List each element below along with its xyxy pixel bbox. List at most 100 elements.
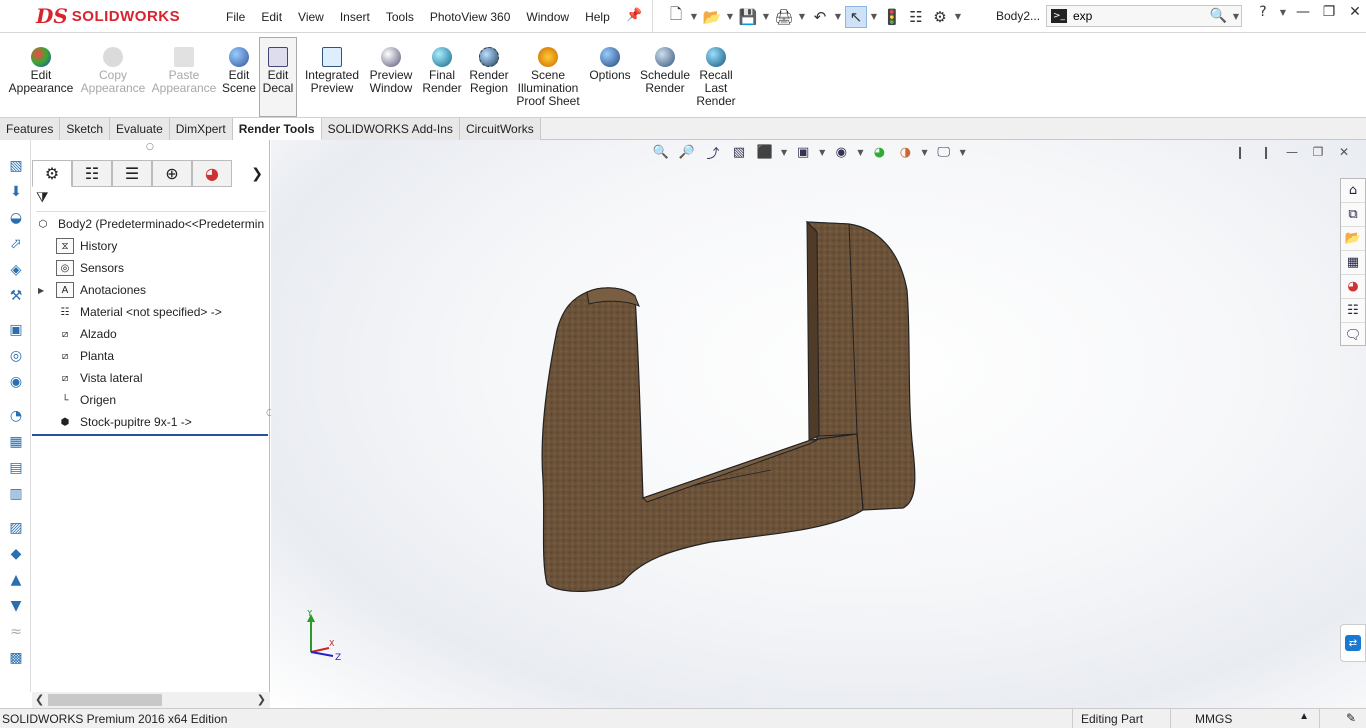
cut-revolve-icon[interactable]: ◎ [6,346,26,366]
model-3d-view[interactable] [271,140,1366,708]
display-style-icon[interactable]: ▣ [793,142,813,162]
search-icon[interactable]: 🔍 [1210,8,1227,24]
view-orientation-icon[interactable]: ⬛ [755,142,775,162]
tab-solidworks-add-ins[interactable]: SOLIDWORKS Add-Ins [321,118,460,140]
tree-filter[interactable]: ⧩ [36,190,266,212]
edit-scene-button[interactable]: Edit Scene [220,47,258,95]
shell-icon[interactable]: ▨ [6,518,26,538]
view-settings-icon[interactable]: 🖵 [934,142,954,162]
viewport-close-icon[interactable]: ✕ [1336,145,1352,159]
command-search-icon[interactable]: >_ [1051,9,1067,23]
tab-dimxpert[interactable]: DimXpert [169,118,233,140]
viewport-next-icon[interactable]: ❙ [1258,145,1274,159]
tree-item-origen[interactable]: └ Origen [32,389,270,411]
edit-appearance-view-icon[interactable]: ◕ [869,142,889,162]
view-palette-icon[interactable]: ▦ [1341,251,1365,275]
select-icon[interactable]: ↖ [845,5,867,28]
zoom-to-fit-icon[interactable]: 🔍 [651,142,671,162]
save-icon[interactable]: 💾 [737,6,759,28]
tree-item-history[interactable]: ⧖ History [32,235,270,257]
new-dropdown-icon[interactable]: ▼ [689,12,699,21]
save-dropdown-icon[interactable]: ▼ [761,12,771,21]
tree-item-alzado[interactable]: ⧄ Alzado [32,323,270,345]
combine-icon[interactable]: ▩ [6,648,26,668]
viewport-minimize-icon[interactable]: — [1284,145,1300,159]
options-dropdown-icon[interactable]: ▼ [953,12,963,21]
menu-file[interactable]: File [218,10,253,24]
search-dropdown-icon[interactable]: ▼ [1231,12,1241,21]
apply-scene-dropdown-icon[interactable]: ▼ [921,148,927,157]
sweep-icon[interactable]: ◒ [6,208,26,228]
tab-sketch[interactable]: Sketch [60,118,111,140]
tree-item-anotaciones[interactable]: ▶ A Anotaciones [32,279,270,301]
property-manager-tab-icon[interactable]: ☷ [72,160,112,187]
loft-icon[interactable]: ⬀ [6,234,26,254]
curves-icon[interactable]: ▼ [6,596,26,616]
dimxpert-manager-tab-icon[interactable]: ⊕ [152,160,192,187]
display-style-dropdown-icon[interactable]: ▼ [819,148,825,157]
display-manager-tab-icon[interactable]: ◕ [192,160,232,187]
wizard-hole-icon[interactable]: ⚒ [6,286,26,306]
view-orientation-dropdown-icon[interactable]: ▼ [781,148,787,157]
draft-icon[interactable]: ▥ [6,484,26,504]
viewport-restore-icon[interactable]: ❐ [1310,145,1326,159]
panel-grip-icon[interactable]: ○ [146,142,154,152]
menu-window[interactable]: Window [518,10,577,24]
preview-window-button[interactable]: Preview Window [366,47,416,95]
undo-dropdown-icon[interactable]: ▼ [833,12,843,21]
forum-icon[interactable]: 🗨 [1341,323,1365,347]
expand-arrow-icon[interactable]: ▶ [38,286,44,295]
schedule-render-button[interactable]: Schedule Render [638,47,692,95]
pin-menu-icon[interactable]: 📌 [626,8,642,23]
tab-circuitworks[interactable]: CircuitWorks [459,118,541,140]
menu-view[interactable]: View [290,10,332,24]
solidworks-logo[interactable]: DS SOLIDWORKS [36,3,180,29]
apply-scene-icon[interactable]: ◑ [895,142,915,162]
design-library-icon[interactable]: ⧉ [1341,203,1365,227]
more-tabs-chevron-icon[interactable]: ❯ [251,166,263,182]
scene-illumination-button[interactable]: Scene Illumination Proof Sheet [514,47,582,108]
pattern-icon[interactable]: ▦ [6,432,26,452]
tree-item-planta[interactable]: ⧄ Planta [32,345,270,367]
graphics-area[interactable]: 🔍 🔎 ⤴ ▧ ⬛ ▼ ▣ ▼ ◉ ▼ ◕ ◑ ▼ 🖵 ▼ ❙ ❙ — ❐ ✕ ⌂ ⧉ 📂… [271,140,1366,708]
print-icon[interactable]: 🖨 [773,6,795,28]
restore-icon[interactable]: ❐ [1318,4,1340,20]
help-dropdown-icon[interactable]: ▼ [1278,8,1288,17]
open-icon[interactable]: 📂 [701,6,723,28]
unit-system-selector[interactable]: MMGS ▲ [1170,709,1320,728]
file-explorer-icon[interactable]: 📂 [1341,227,1365,251]
boundary-icon[interactable]: ◈ [6,260,26,280]
scroll-left-icon[interactable]: ❮ [35,693,44,706]
zoom-to-area-icon[interactable]: 🔎 [677,142,697,162]
rollback-bar[interactable] [32,434,268,436]
copy-appearance-button[interactable]: Copy Appearance [80,47,146,95]
file-properties-icon[interactable]: ☷ [905,6,927,28]
rib-icon[interactable]: ▤ [6,458,26,478]
final-render-button[interactable]: Final Render [420,47,464,95]
horizontal-scrollbar[interactable]: ❮ ❯ [32,692,270,708]
print-dropdown-icon[interactable]: ▼ [797,12,807,21]
teamviewer-tab[interactable]: ⇄ [1340,624,1366,662]
tree-item-material[interactable]: ☷ Material <not specified> -> [32,301,270,323]
render-region-button[interactable]: Render Region [466,47,512,95]
tab-render-tools[interactable]: Render Tools [232,118,322,140]
recall-last-render-button[interactable]: Recall Last Render [694,47,738,108]
menu-tools[interactable]: Tools [378,10,422,24]
undo-icon[interactable]: ↶ [809,6,831,28]
new-document-icon[interactable]: 🗋 [665,5,687,28]
tab-evaluate[interactable]: Evaluate [110,118,170,140]
close-icon[interactable]: ✕ [1344,4,1366,20]
fillet-icon[interactable]: ◔ [6,406,26,426]
edit-decal-button[interactable]: Edit Decal [259,37,297,117]
feature-tree-tab-icon[interactable]: ⚙ [32,160,72,187]
options-gear-icon[interactable]: ⚙ [929,6,951,28]
tree-item-vista-lateral[interactable]: ⧄ Vista lateral [32,367,270,389]
cut-extrude-icon[interactable]: ▣ [6,320,26,340]
help-button[interactable]: ? [1252,4,1274,20]
menu-photoview[interactable]: PhotoView 360 [422,10,519,24]
custom-properties-icon[interactable]: ☷ [1341,299,1365,323]
minimize-icon[interactable]: — [1292,4,1314,20]
tab-features[interactable]: Features [0,118,61,140]
options-button[interactable]: Options [586,47,634,82]
tree-item-sensors[interactable]: ◎ Sensors [32,257,270,279]
